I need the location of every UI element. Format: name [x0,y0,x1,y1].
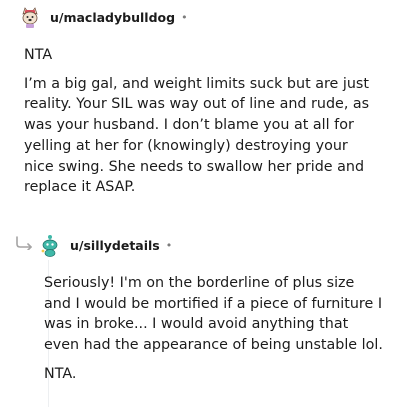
comment-2-paragraph-2: NTA. [44,365,77,382]
comment-2-header: u/sillydetails • [38,233,172,257]
comment-1-body: NTA I’m a big gal, and weight limits suc… [24,45,376,198]
separator-dot: • [165,238,173,252]
separator-dot: • [181,10,188,24]
comment-1-header: u/macladybulldog • [18,5,188,29]
comment-1-paragraph-2: I’m a big gal, and weight limits suck bu… [24,75,370,196]
comment-2-username[interactable]: u/sillydetails [70,238,160,253]
bulldog-avatar-icon[interactable] [18,5,42,29]
snoo-avatar-icon[interactable] [38,233,62,257]
reply-arrow-icon [14,235,34,251]
comment-1-paragraph-1: NTA [24,47,53,63]
comment-2-paragraph-1: Seriously! I'm on the borderline of plus… [44,275,383,354]
comment-1-username[interactable]: u/macladybulldog [50,10,175,25]
comment-2-body: Seriously! I'm on the borderline of plus… [44,273,384,385]
